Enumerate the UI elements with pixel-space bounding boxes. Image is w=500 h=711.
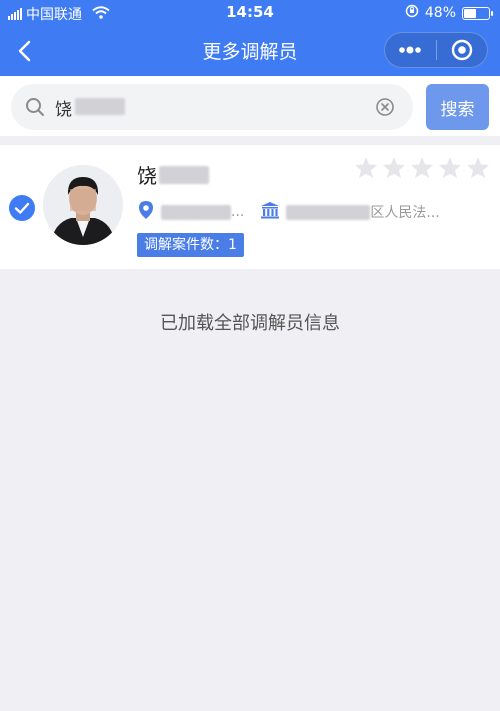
- location-text: ...: [231, 204, 245, 220]
- battery-percent: 48%: [424, 5, 456, 21]
- status-bar: 中国联通 14:54 48%: [0, 0, 500, 26]
- mini-program-capsule: [384, 32, 488, 68]
- battery-fill: [464, 8, 476, 18]
- mediator-name-text: 饶: [137, 164, 157, 188]
- location-redaction: [161, 204, 231, 220]
- name-redaction: [159, 165, 209, 184]
- case-count-value: 1: [228, 237, 237, 253]
- case-count-badge: 调解案件数：1: [137, 233, 244, 257]
- search-icon: [25, 97, 45, 121]
- court-redaction: [286, 204, 371, 220]
- star-icon: [355, 157, 377, 178]
- star-icon: [411, 157, 433, 178]
- star-icon: [467, 157, 489, 178]
- battery-icon: [462, 6, 493, 20]
- search-text-redaction: [75, 98, 125, 115]
- location-pin-icon: [137, 200, 155, 224]
- target-icon: [451, 39, 472, 61]
- court-text: 区人民法...: [370, 205, 440, 221]
- rotation-lock-icon: [405, 4, 419, 22]
- more-dots-icon: [399, 46, 422, 54]
- case-count-label: 调解案件数：: [144, 237, 228, 253]
- list-end-message: 已加载全部调解员信息: [160, 313, 340, 334]
- star-icon: [383, 157, 405, 178]
- avatar: [43, 165, 123, 245]
- close-button[interactable]: [436, 33, 487, 67]
- court-building-icon: [260, 201, 280, 223]
- star-icon: [439, 157, 461, 178]
- more-button[interactable]: [385, 33, 436, 67]
- search-area: 搜索: [0, 76, 500, 136]
- nav-bar: 更多调解员: [0, 26, 500, 76]
- mediator-info-row: ... 区人民法...: [137, 200, 440, 224]
- mediator-card[interactable]: 饶 ... 区人民法... 调解案件数：1: [0, 145, 500, 269]
- search-button[interactable]: 搜索: [426, 84, 489, 130]
- clear-icon[interactable]: [375, 97, 395, 121]
- mediator-name: 饶: [137, 160, 209, 189]
- status-right: 48%: [405, 4, 493, 22]
- rating-stars: [354, 156, 490, 179]
- check-circle-icon[interactable]: [8, 194, 36, 226]
- search-box[interactable]: [11, 84, 413, 130]
